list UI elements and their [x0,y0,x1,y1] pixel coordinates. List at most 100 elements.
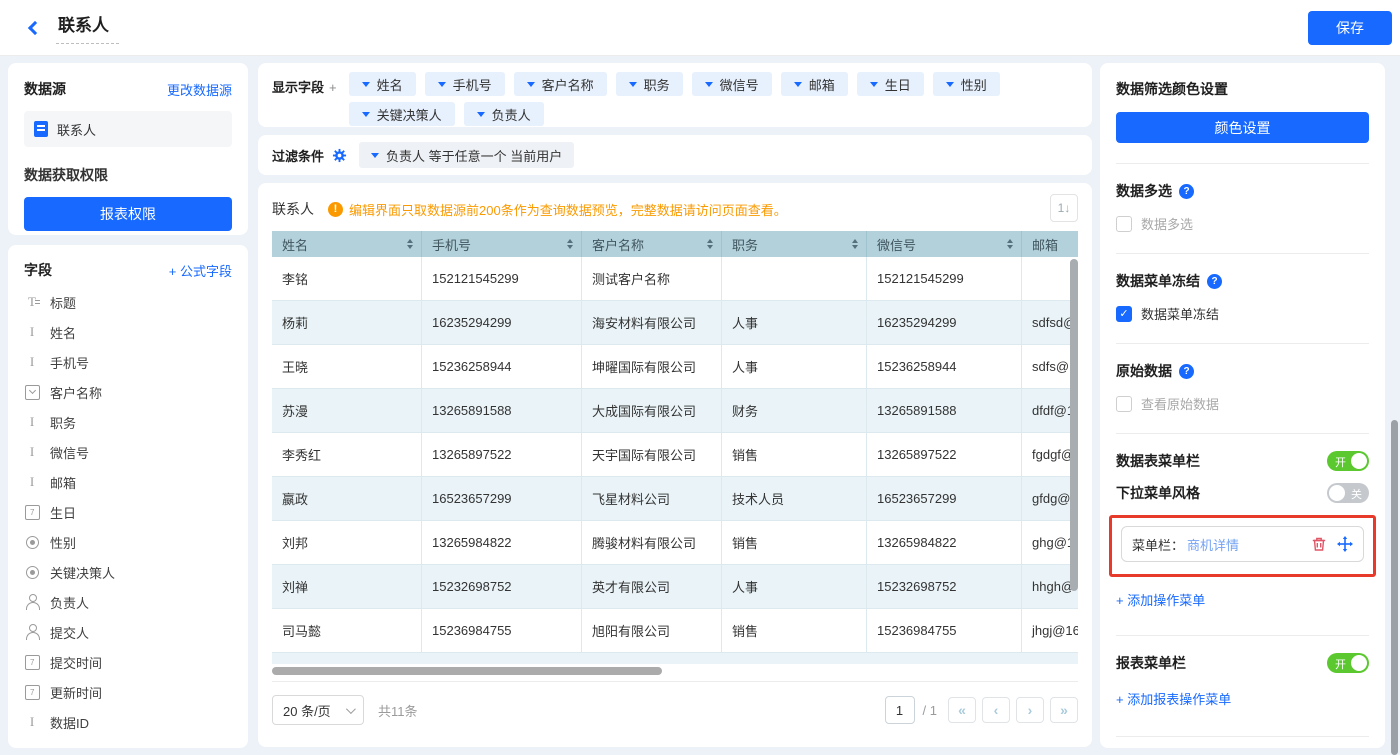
table-row: 杨莉 16235294299 海安材料有限公司 人事 16235294299 s… [272,301,1078,345]
column-header[interactable]: 手机号 [422,231,582,257]
field-item[interactable]: 提交时间 [24,647,232,677]
column-header[interactable]: 微信号 [867,231,1022,257]
display-field-chip[interactable]: 手机号 [425,72,505,96]
display-field-chip[interactable]: 职务 [616,72,683,96]
field-item[interactable]: 客户名称 [24,377,232,407]
table-menu-toggle[interactable]: 开 [1327,451,1369,471]
table-vertical-scrollbar[interactable] [1070,259,1078,591]
menu-item-row[interactable]: 菜单栏： 商机详情 [1121,526,1364,562]
field-label: 性别 [50,533,76,552]
page-vertical-scrollbar[interactable] [1391,420,1398,755]
raw-data-checkbox[interactable] [1116,396,1132,412]
input-icon [24,354,40,370]
cell-name: 刘禅 [272,565,422,608]
help-icon[interactable]: ? [1207,274,1222,289]
first-page-button[interactable]: « [948,697,976,723]
total-count: 共11条 [378,701,418,720]
cell-wechat: 16523657299 [867,477,1022,520]
sort-arrows-icon[interactable] [567,239,573,249]
field-item[interactable]: 手机号 [24,347,232,377]
sort-arrows-icon[interactable] [852,239,858,249]
field-item[interactable]: 生日 [24,497,232,527]
field-item[interactable]: 负责人 [24,587,232,617]
sort-arrows-icon[interactable] [407,239,413,249]
sort-order-button[interactable]: 1↓ [1050,194,1078,222]
column-header[interactable]: 邮箱 [1022,231,1078,257]
field-item[interactable]: 微信号 [24,437,232,467]
multi-select-checkbox[interactable] [1116,216,1132,232]
menu-freeze-checkbox[interactable]: ✓ [1116,306,1132,322]
field-label: 邮箱 [50,473,76,492]
field-label: 提交时间 [50,653,102,672]
cell-wechat: 13265984822 [867,521,1022,564]
gear-icon[interactable] [332,148,347,163]
field-item[interactable]: 姓名 [24,317,232,347]
cell-customer: 旭阳有限公司 [582,609,722,652]
display-field-chip[interactable]: 生日 [857,72,924,96]
menu-item-value-input[interactable]: 商机详情 [1187,535,1311,554]
trash-icon[interactable] [1311,536,1327,552]
column-label: 职务 [732,235,758,254]
sort-arrows-icon[interactable] [707,239,713,249]
cell-job: 销售 [722,521,867,564]
field-item[interactable]: 关键决策人 [24,557,232,587]
filter-condition-chip[interactable]: 负责人 等于任意一个 当前用户 [359,142,574,168]
display-field-chip[interactable]: 性别 [933,72,1000,96]
field-item[interactable]: 更新时间 [24,677,232,707]
document-icon [34,121,48,137]
dropdown-style-toggle[interactable]: 关 [1327,483,1369,503]
column-label: 姓名 [282,235,308,254]
cell-name: 司马懿 [272,609,422,652]
cell-customer: 天宇国际有限公司 [582,433,722,476]
add-action-menu-link[interactable]: + 添加操作菜单 [1116,590,1205,609]
field-item[interactable]: 邮箱 [24,467,232,497]
display-field-chip[interactable]: 微信号 [692,72,772,96]
column-header[interactable]: 职务 [722,231,867,257]
field-item[interactable]: 数据ID [24,707,232,737]
column-header[interactable]: 姓名 [272,231,422,257]
last-page-button[interactable]: » [1050,697,1078,723]
field-item[interactable]: 性别 [24,527,232,557]
sort-arrows-icon[interactable] [1007,239,1013,249]
next-page-button[interactable]: › [1016,697,1044,723]
help-icon[interactable]: ? [1179,184,1194,199]
display-field-chip[interactable]: 邮箱 [781,72,848,96]
add-formula-field-link[interactable]: + 公式字段 [169,261,232,280]
report-permission-button[interactable]: 报表权限 [24,197,232,231]
add-display-field-button[interactable]: + [329,80,337,95]
display-fields-label: 显示字段+ [272,72,337,124]
caret-down-icon [371,153,379,158]
display-field-chip[interactable]: 关键决策人 [349,102,455,126]
save-button[interactable]: 保存 [1308,11,1392,45]
user-icon [24,624,40,640]
report-menu-toggle[interactable]: 开 [1327,653,1369,673]
add-report-action-link[interactable]: + 添加报表操作菜单 [1116,689,1231,708]
field-label: 手机号 [50,353,89,372]
color-settings-button[interactable]: 颜色设置 [1116,112,1369,143]
page-number-input[interactable]: 1 [885,696,915,724]
color-settings-title: 数据筛选颜色设置 [1116,79,1369,99]
divider [1116,433,1369,434]
display-field-chip[interactable]: 姓名 [349,72,416,96]
help-icon[interactable]: ? [1179,364,1194,379]
field-item[interactable]: 标题 [24,287,232,317]
cell-name: 刘邦 [272,521,422,564]
cell-phone: 15236258944 [422,345,582,388]
field-item[interactable]: 职务 [24,407,232,437]
move-icon[interactable] [1337,536,1353,552]
page-size-select[interactable]: 20 条/页 [272,695,364,725]
change-datasource-link[interactable]: 更改数据源 [167,80,232,99]
table-horizontal-scrollbar[interactable] [272,667,662,675]
field-item[interactable]: 提交人 [24,617,232,647]
table-menu-title: 数据表菜单栏 [1116,451,1200,471]
column-label: 手机号 [432,235,471,254]
caret-down-icon [362,82,370,87]
column-header[interactable]: 客户名称 [582,231,722,257]
select-icon [24,384,40,400]
display-field-chip[interactable]: 负责人 [464,102,544,126]
prev-page-button[interactable]: ‹ [982,697,1010,723]
back-icon[interactable] [28,20,42,34]
display-field-chip[interactable]: 客户名称 [514,72,607,96]
table-row: 刘禅 15232698752 英才有限公司 人事 15232698752 hhg… [272,565,1078,609]
cell-wechat: 13265891588 [867,389,1022,432]
